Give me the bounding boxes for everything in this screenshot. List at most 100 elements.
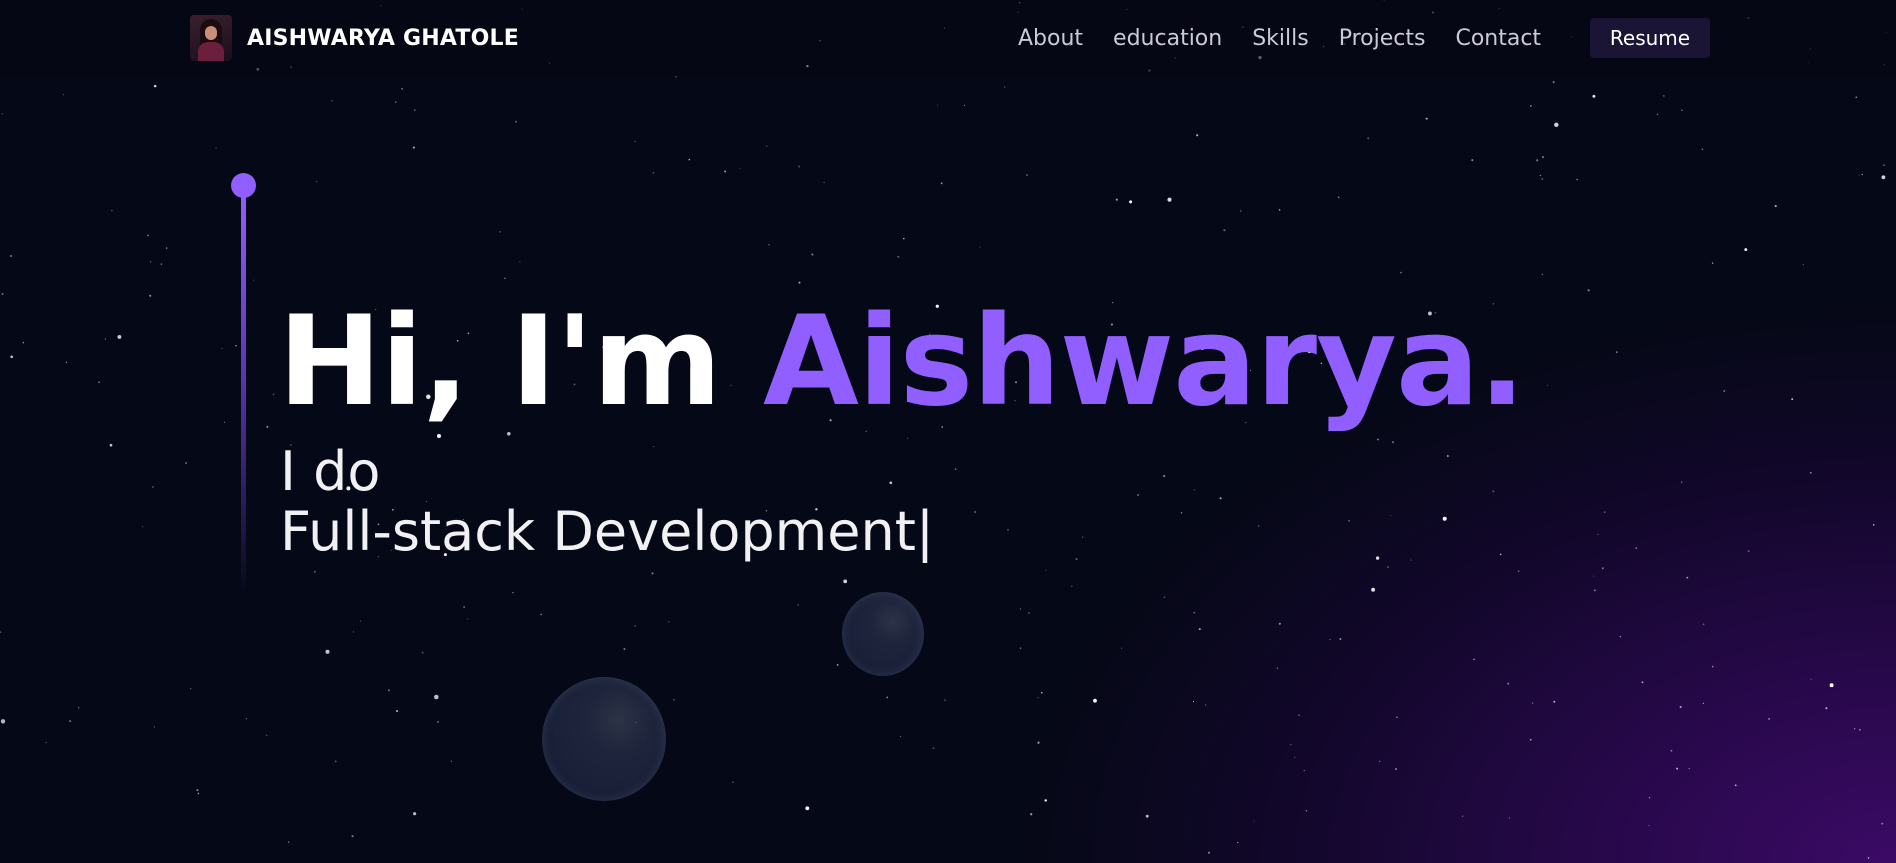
star [1037, 696, 1039, 699]
star [421, 651, 424, 654]
star [160, 263, 163, 265]
star [331, 99, 333, 102]
star [1507, 682, 1510, 685]
star [1163, 475, 1166, 478]
star [906, 437, 908, 439]
star [936, 104, 939, 106]
hero-greeting: Hi, I'm [278, 290, 722, 434]
star [245, 718, 247, 720]
star [1461, 815, 1464, 817]
star [0, 719, 6, 724]
star [1734, 784, 1737, 787]
star [65, 361, 68, 363]
star [401, 87, 403, 90]
star [1396, 716, 1398, 719]
star [1044, 799, 1047, 802]
star [1329, 638, 1331, 640]
star [932, 747, 935, 750]
star [1145, 814, 1149, 818]
star [1648, 824, 1650, 827]
star [1681, 109, 1683, 111]
star [1508, 817, 1511, 819]
brand-name: AISHWARYA GHATOLE [247, 25, 519, 51]
star [623, 648, 626, 650]
star [1377, 438, 1379, 441]
star [10, 255, 12, 257]
star [974, 511, 976, 513]
star [836, 663, 839, 666]
hero-subtitle: I do Full-stack Development| [280, 442, 934, 562]
star [634, 140, 636, 143]
star [235, 344, 237, 347]
star [1881, 822, 1884, 825]
star [1492, 490, 1495, 493]
star [196, 789, 199, 792]
timeline-line [241, 196, 246, 596]
star [1552, 81, 1555, 84]
star [979, 246, 981, 248]
star [253, 279, 255, 281]
star [1290, 743, 1292, 746]
nav-link-skills[interactable]: Skills [1252, 26, 1309, 51]
nav-link-projects[interactable]: Projects [1339, 26, 1426, 51]
star [1686, 576, 1689, 579]
star [1858, 174, 1860, 176]
typewriter-text: Full-stack Development [280, 500, 916, 563]
star [111, 210, 113, 212]
star [1517, 570, 1520, 573]
resume-button[interactable]: Resume [1590, 18, 1710, 58]
star [1701, 148, 1703, 150]
star [266, 734, 268, 736]
star [1680, 481, 1683, 483]
star [10, 355, 13, 359]
star [1531, 702, 1534, 704]
star [149, 261, 152, 263]
star [798, 165, 801, 168]
hero-heading: Hi, I'm Aishwarya. [278, 290, 1526, 434]
star [1337, 196, 1340, 199]
star [1028, 611, 1030, 614]
brand-logo-link[interactable]: AISHWARYA GHATOLE [190, 14, 519, 62]
star [1536, 159, 1539, 162]
star [1129, 200, 1133, 204]
star [45, 741, 47, 744]
star [1071, 585, 1073, 587]
star [1163, 596, 1166, 599]
star [1303, 770, 1305, 772]
star [1192, 700, 1195, 703]
star [287, 841, 290, 843]
nav-link-contact[interactable]: Contact [1455, 26, 1541, 51]
star [811, 253, 814, 256]
nav-link-about[interactable]: About [1018, 26, 1083, 51]
star [499, 231, 501, 233]
star [1711, 262, 1714, 264]
nav-link-education[interactable]: education [1113, 26, 1222, 51]
star [1592, 94, 1596, 98]
star [1774, 205, 1777, 208]
star [963, 104, 966, 107]
nav-links: About education Skills Projects Contact [1018, 18, 1571, 58]
star [215, 147, 217, 149]
star [1400, 271, 1402, 274]
star [1208, 851, 1210, 854]
star [1121, 647, 1123, 649]
star [22, 341, 25, 344]
star [1679, 705, 1682, 709]
star [1253, 820, 1255, 822]
star [434, 694, 439, 700]
star [1446, 454, 1449, 458]
star [1688, 767, 1690, 770]
star [1258, 525, 1260, 527]
star [360, 620, 362, 622]
star [1829, 683, 1834, 688]
star [413, 812, 417, 816]
star [1529, 105, 1532, 107]
star [1554, 122, 1559, 128]
star [1791, 398, 1794, 401]
star [1410, 559, 1412, 561]
star [1339, 638, 1342, 640]
star [1867, 857, 1870, 859]
star [519, 261, 521, 263]
star [414, 109, 416, 111]
star [98, 381, 100, 384]
